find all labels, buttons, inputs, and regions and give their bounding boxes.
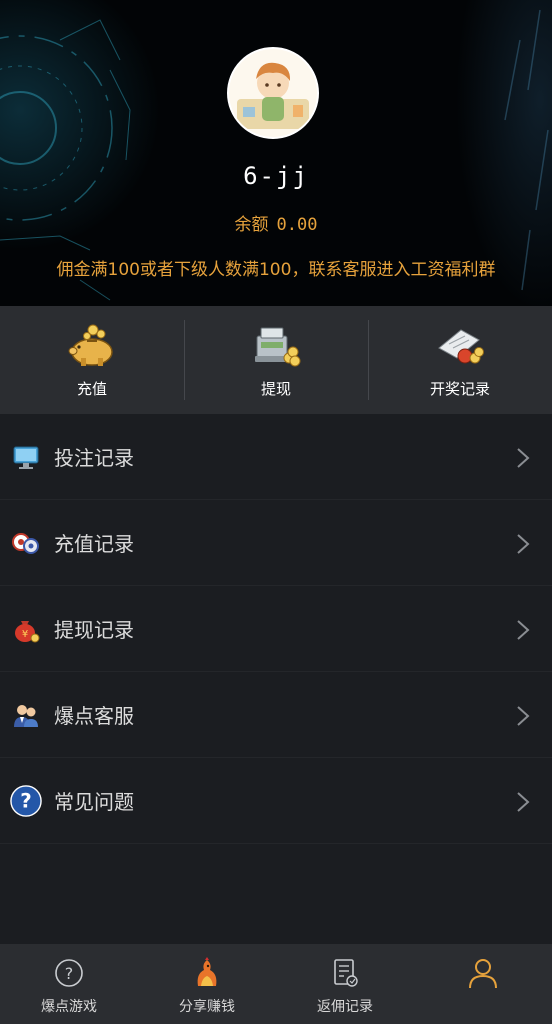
menu-item-recharge-records[interactable]: 充值记录 [0, 500, 552, 586]
menu-item-bet-records[interactable]: 投注记录 [0, 414, 552, 500]
menu-item-withdraw-records[interactable]: ¥ 提现记录 [0, 586, 552, 672]
svg-text:?: ? [20, 789, 31, 812]
commission-notice: 佣金满100或者下级人数满100，联系客服进入工资福利群 [56, 260, 496, 280]
tab-label-commission-records: 返佣记录 [317, 999, 373, 1015]
quick-actions: 充值 提现 开奖记录 [0, 306, 552, 414]
avatar-illustration [229, 49, 317, 137]
lottery-record-icon [438, 329, 484, 364]
menu-label-bet-records: 投注记录 [54, 446, 134, 470]
menu-item-customer-service[interactable]: 爆点客服 [0, 672, 552, 758]
chevron-right-icon [517, 448, 530, 468]
tab-share-earn[interactable]: 分享赚钱 [138, 944, 276, 1024]
balance-label: 余额 [234, 215, 269, 235]
bottom-tab-bar: ? 爆点游戏 分享赚钱 返佣记录 [0, 944, 552, 1024]
account-menu: 投注记录 充值记录 ¥ 提现记录 爆点客服 ? 常见问题 [0, 414, 552, 844]
tab-label-games: 爆点游戏 [41, 999, 97, 1015]
chevron-right-icon [517, 620, 530, 640]
balance-value: 0.00 [276, 215, 318, 235]
chevron-right-icon [517, 792, 530, 812]
question-circle-icon: ? [55, 959, 83, 987]
tab-commission-records[interactable]: 返佣记录 [276, 944, 414, 1024]
svg-text:?: ? [65, 964, 74, 983]
question-icon: ? [10, 784, 42, 817]
tab-profile[interactable] [414, 944, 552, 1024]
monitor-icon [10, 441, 42, 473]
withdraw-label: 提现 [260, 380, 291, 398]
lottery-records-label: 开奖记录 [429, 380, 490, 398]
chips-icon [10, 527, 42, 559]
menu-label-withdraw-records: 提现记录 [54, 618, 134, 642]
menu-label-customer-service: 爆点客服 [54, 704, 134, 728]
customer-service-icon [10, 699, 42, 731]
menu-item-faq[interactable]: ? 常见问题 [0, 758, 552, 844]
avatar[interactable] [227, 47, 319, 139]
username: 6-jj [243, 162, 309, 190]
document-icon [334, 959, 358, 987]
recharge-button[interactable]: 充值 [0, 306, 184, 414]
lottery-records-button[interactable]: 开奖记录 [368, 306, 552, 414]
chevron-right-icon [517, 534, 530, 554]
menu-label-recharge-records: 充值记录 [54, 532, 134, 556]
piggy-bank-icon [68, 324, 113, 366]
tab-games[interactable]: ? 爆点游戏 [0, 944, 138, 1024]
tab-label-share-earn: 分享赚钱 [179, 999, 235, 1015]
svg-text:¥: ¥ [22, 629, 28, 640]
withdraw-button[interactable]: 提现 [184, 306, 368, 414]
recharge-label: 充值 [76, 380, 107, 398]
profile-header: 6-jj 余额 0.00 佣金满100或者下级人数满100，联系客服进入工资福利群 [0, 0, 552, 306]
cash-register-icon [255, 327, 301, 367]
balance-display: 余额 0.00 [0, 210, 552, 235]
rooster-icon [197, 957, 217, 986]
money-bag-icon: ¥ [10, 613, 42, 645]
chevron-right-icon [517, 706, 530, 726]
user-icon [469, 959, 497, 989]
menu-label-faq: 常见问题 [54, 790, 134, 814]
